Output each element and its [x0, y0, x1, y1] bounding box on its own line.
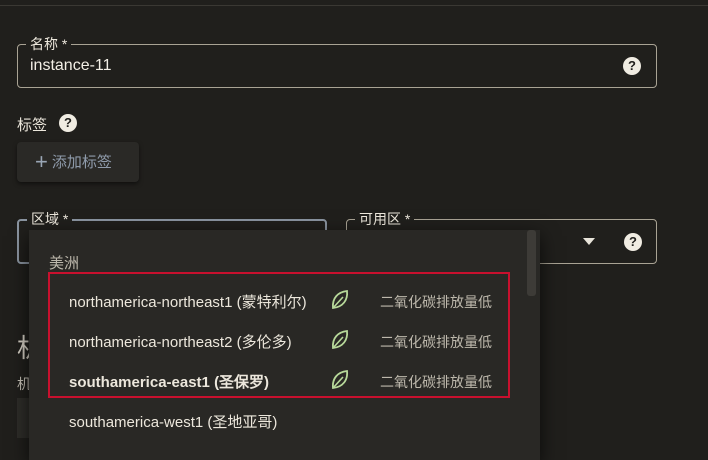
low-co2-note: 二氧化碳排放量低	[380, 374, 492, 390]
help-circle-icon[interactable]: ?	[623, 57, 641, 75]
add-tag-label: 添加标签	[51, 154, 112, 171]
name-field-value[interactable]: instance-11	[30, 57, 112, 75]
help-circle-icon[interactable]: ?	[624, 233, 642, 251]
add-tag-button[interactable]: + 添加标签	[17, 142, 139, 182]
low-co2-note: 二氧化碳排放量低	[380, 334, 492, 350]
leaf-icon	[332, 290, 348, 309]
top-divider	[0, 5, 708, 6]
region-option-name: southamerica-east1 (圣保罗)	[69, 374, 270, 391]
chevron-down-icon[interactable]	[583, 238, 595, 245]
region-option[interactable]: northamerica-northeast1 (蒙特利尔) 二氧化碳排放量低	[29, 280, 540, 320]
region-option-name: northamerica-northeast1 (蒙特利尔)	[69, 294, 307, 311]
low-co2-note: 二氧化碳排放量低	[380, 294, 492, 310]
region-option-name: northamerica-northeast2 (多伦多)	[69, 334, 292, 351]
leaf-icon	[332, 330, 348, 349]
help-circle-icon[interactable]: ?	[59, 114, 77, 132]
region-field-label: 区域 *	[27, 210, 73, 228]
group-header-americas: 美洲	[49, 255, 80, 272]
region-option[interactable]: northamerica-northeast2 (多伦多) 二氧化碳排放量低	[29, 320, 540, 360]
region-option[interactable]: southamerica-west1 (圣地亚哥)	[29, 400, 540, 440]
tags-label: 标签	[17, 117, 48, 134]
dropdown-scrollbar[interactable]	[527, 230, 536, 296]
name-field-label: 名称 *	[26, 35, 72, 53]
region-option-selected[interactable]: southamerica-east1 (圣保罗) 二氧化碳排放量低	[29, 360, 540, 400]
region-option-name: southamerica-west1 (圣地亚哥)	[69, 414, 278, 431]
zone-field-label: 可用区 *	[355, 210, 415, 228]
name-field[interactable]: 名称 * instance-11 ?	[17, 35, 657, 88]
region-dropdown-menu: 美洲 northamerica-northeast1 (蒙特利尔) 二氧化碳排放…	[29, 230, 540, 460]
leaf-icon	[332, 370, 348, 389]
plus-icon: +	[35, 149, 48, 174]
